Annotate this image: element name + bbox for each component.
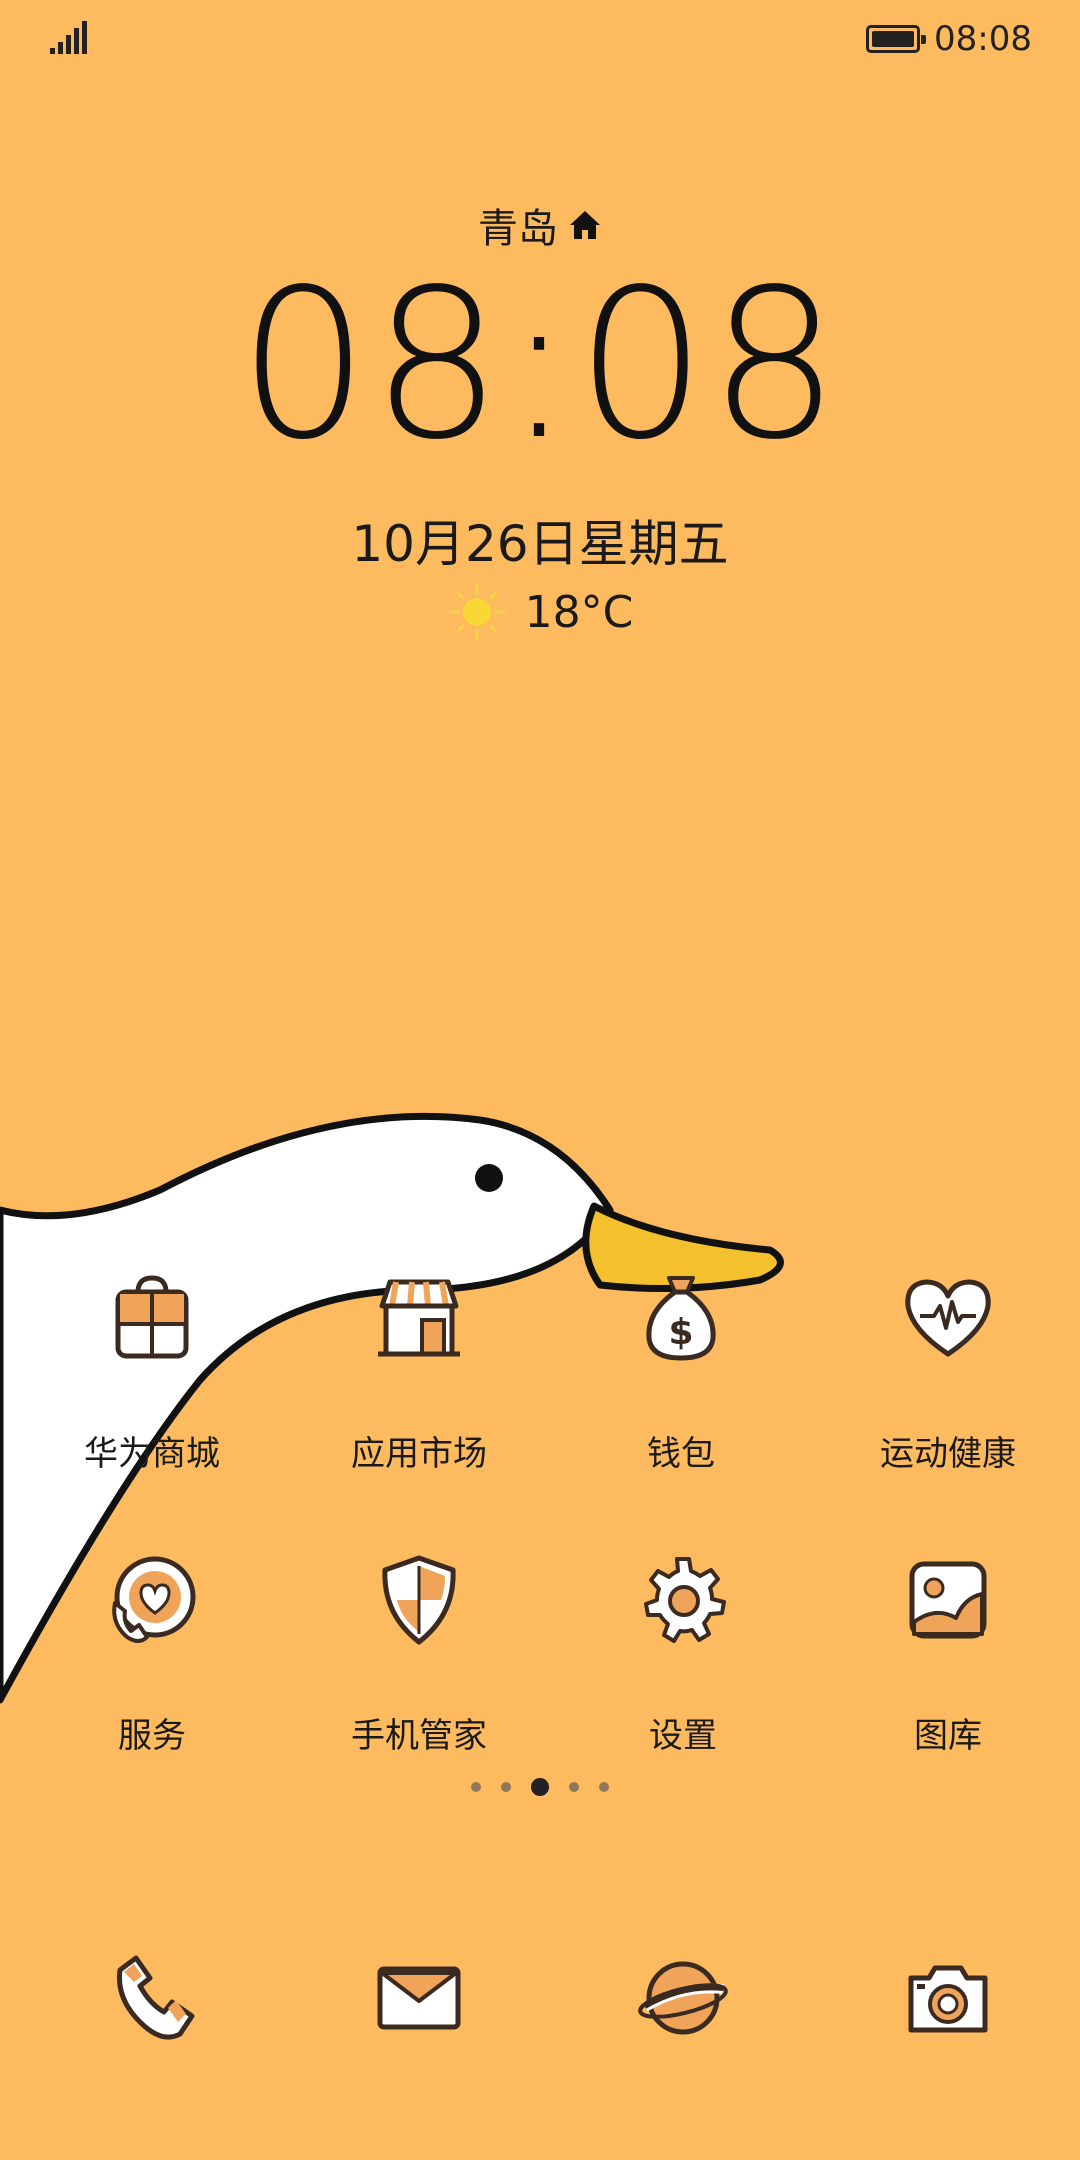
service-phone-icon <box>102 1550 202 1650</box>
app-label: 运动健康 <box>880 1434 1016 1474</box>
phone-icon <box>102 1948 202 2048</box>
clock-time[interactable]: 08:08 <box>0 262 1080 468</box>
clock-date: 10月26日星期五 <box>351 515 729 573</box>
dock-phone[interactable] <box>17 1948 287 2048</box>
svg-text:$: $ <box>668 1312 693 1353</box>
app-gallery[interactable]: 图库 <box>813 1550 1080 1757</box>
gallery-icon <box>898 1550 998 1650</box>
browser-planet-icon <box>633 1948 733 2048</box>
app-label: 设置 <box>649 1716 717 1756</box>
dock-camera[interactable] <box>813 1948 1080 2048</box>
page-dot[interactable] <box>471 1782 481 1792</box>
dock-browser[interactable] <box>548 1948 818 2048</box>
shield-icon <box>369 1550 469 1650</box>
battery-icon <box>866 25 927 53</box>
mail-icon <box>369 1948 469 2048</box>
status-time: 08:08 <box>934 19 1032 59</box>
page-dot-active[interactable] <box>531 1778 549 1796</box>
app-app-market[interactable]: 应用市场 <box>284 1268 554 1475</box>
app-label: 应用市场 <box>351 1434 487 1474</box>
sun-icon <box>448 583 506 641</box>
app-service[interactable]: 服务 <box>17 1550 287 1757</box>
app-label: 图库 <box>914 1716 982 1756</box>
store-icon <box>369 1268 469 1368</box>
gear-icon <box>633 1550 733 1650</box>
app-label: 华为商城 <box>84 1434 220 1474</box>
app-huawei-mall[interactable]: 华为商城 <box>17 1268 287 1475</box>
page-dot[interactable] <box>569 1782 579 1792</box>
app-label: 服务 <box>118 1716 186 1756</box>
money-bag-icon: $ <box>631 1268 731 1368</box>
page-dot[interactable] <box>501 1782 511 1792</box>
signal-icon <box>50 21 87 54</box>
heart-pulse-icon <box>898 1268 998 1368</box>
app-label: 钱包 <box>647 1434 715 1474</box>
page-dot[interactable] <box>599 1782 609 1792</box>
app-wallet[interactable]: $ 钱包 <box>546 1268 816 1475</box>
app-settings[interactable]: 设置 <box>548 1550 818 1757</box>
weather-row[interactable]: 18°C <box>0 582 1080 642</box>
app-label: 手机管家 <box>351 1716 487 1756</box>
status-right: 08:08 <box>866 14 1032 64</box>
page-indicator[interactable] <box>0 1778 1080 1796</box>
camera-icon <box>898 1948 998 2048</box>
temperature: 18°C <box>524 586 634 638</box>
app-phone-manager[interactable]: 手机管家 <box>284 1550 554 1757</box>
app-health[interactable]: 运动健康 <box>813 1268 1080 1475</box>
shopping-bag-icon <box>102 1268 202 1368</box>
home-icon <box>570 211 600 239</box>
dock-mail[interactable] <box>284 1948 554 2048</box>
